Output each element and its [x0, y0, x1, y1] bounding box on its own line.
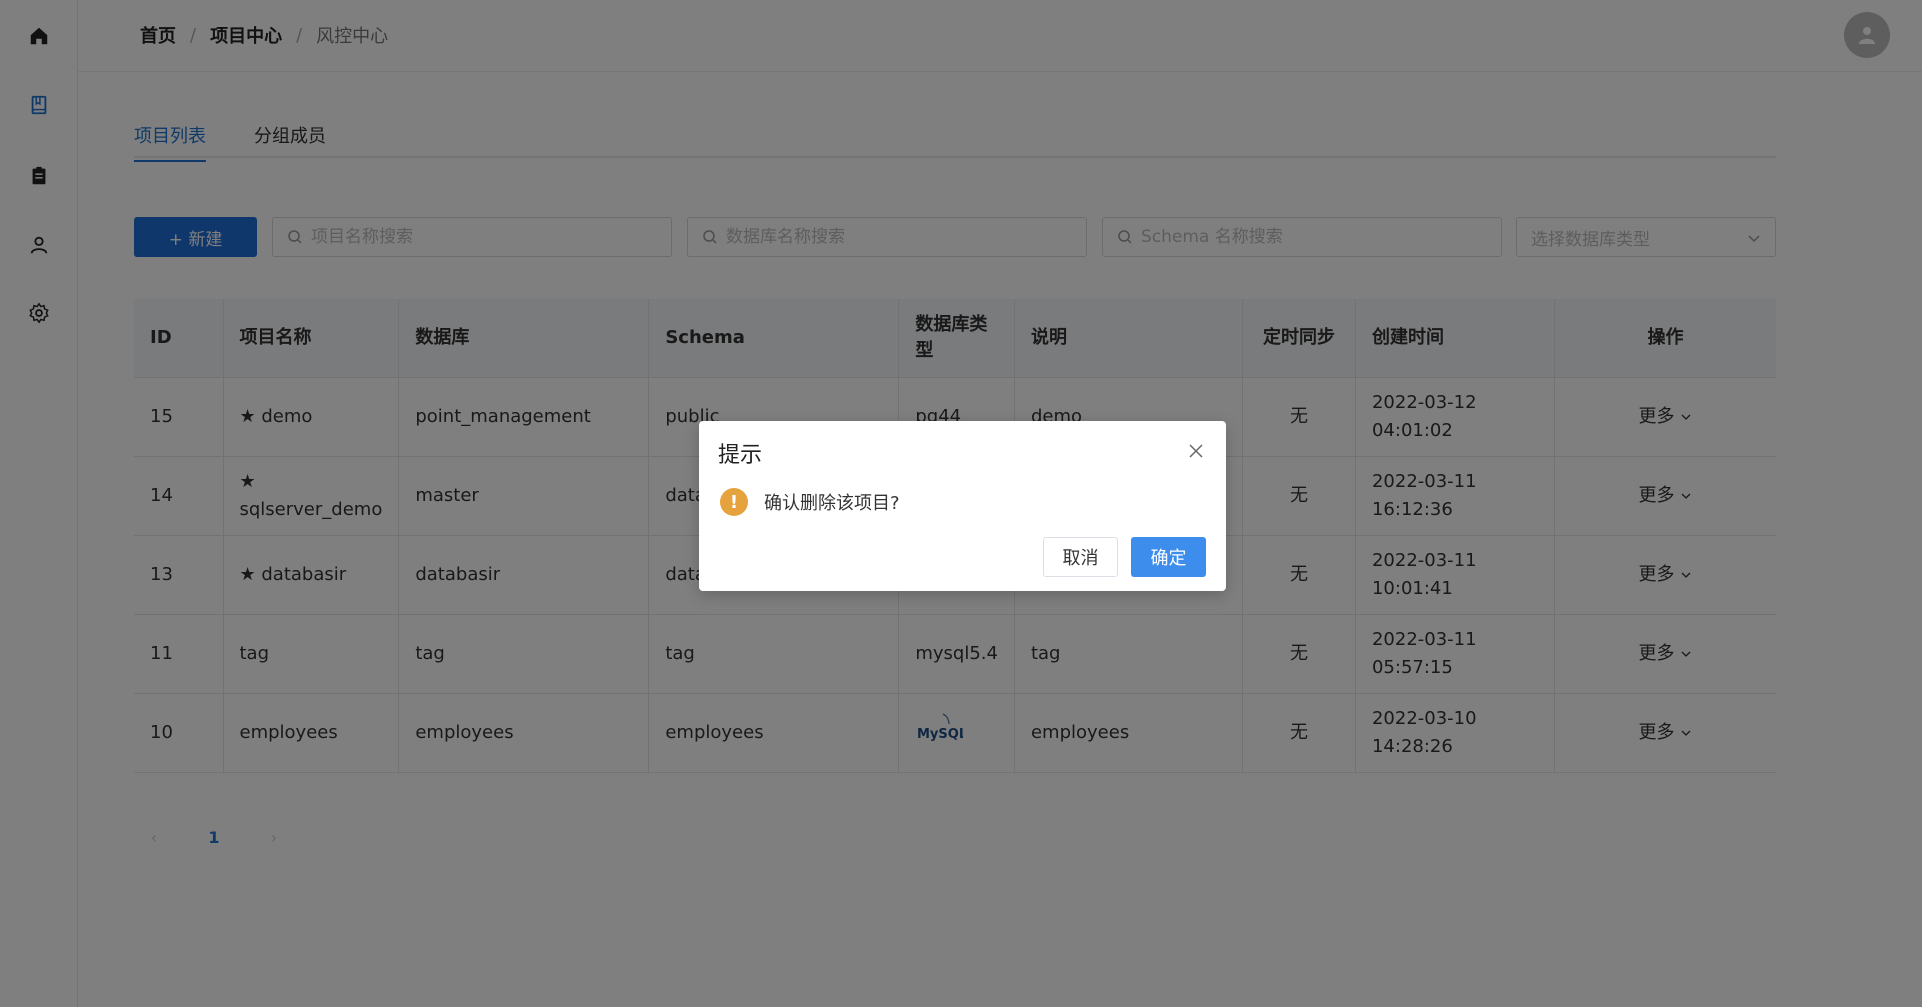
cancel-button[interactable]: 取消 — [1043, 537, 1118, 577]
dialog-message: 确认删除该项目? — [764, 493, 900, 514]
dialog-body: ! 确认删除该项目? — [720, 488, 900, 516]
dialog-title: 提示 — [718, 443, 763, 468]
warning-icon: ! — [720, 488, 748, 516]
confirm-button[interactable]: 确定 — [1131, 537, 1206, 577]
close-icon[interactable] — [1186, 441, 1206, 461]
confirm-dialog: 提示 ! 确认删除该项目? 取消 确定 — [699, 421, 1226, 591]
